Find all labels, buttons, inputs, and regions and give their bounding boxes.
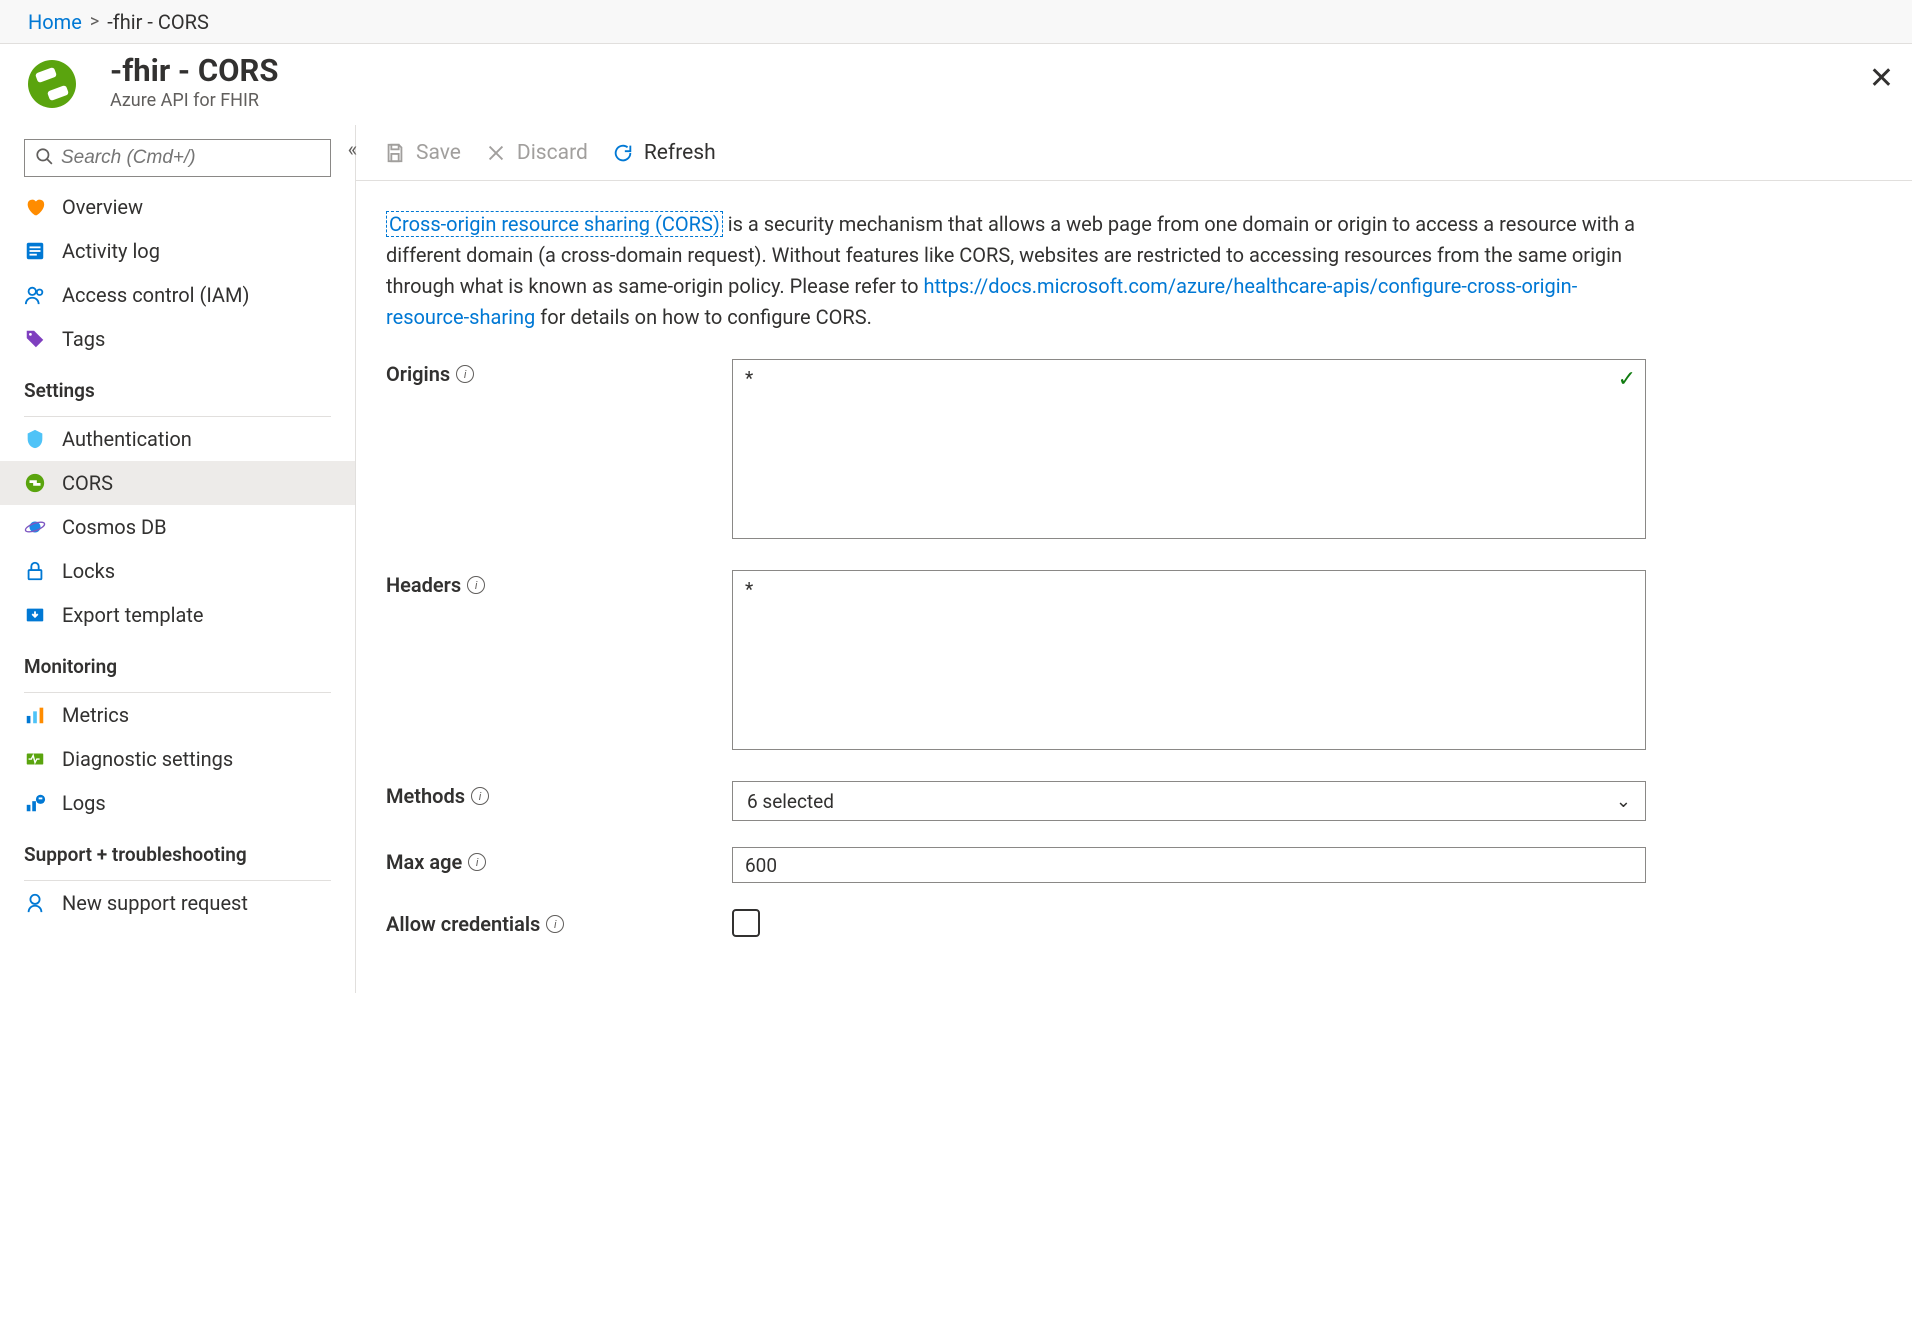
metrics-icon [24,704,46,726]
maxage-label: Max age [386,850,462,874]
main-content: Save Discard Refresh Cross-origin resour… [356,125,1912,993]
sidebar-item-label: New support request [62,891,248,915]
discard-icon [485,142,507,164]
tag-icon [24,328,46,350]
command-bar: Save Discard Refresh [356,125,1912,181]
cosmos-icon [24,516,46,538]
maxage-input[interactable] [732,847,1646,883]
collapse-sidebar-icon[interactable]: » [348,137,357,161]
methods-select-value: 6 selected [747,790,834,813]
page-header: -fhir - CORS Azure API for FHIR ✕ [0,44,1912,125]
breadcrumb-home[interactable]: Home [28,10,82,34]
auth-icon [24,428,46,450]
allowcred-checkbox[interactable] [732,909,760,937]
sidebar-group-settings: Settings [0,361,355,412]
logs-icon [24,792,46,814]
sidebar-item-new-support-request[interactable]: New support request [0,881,355,925]
sidebar-item-label: Export template [62,603,204,627]
cors-icon [24,472,46,494]
info-icon[interactable]: i [546,915,564,933]
sidebar-item-logs[interactable]: Logs [0,781,355,825]
fhir-logo-icon [28,60,76,108]
save-button-label: Save [416,141,461,165]
info-icon[interactable]: i [471,787,489,805]
export-icon [24,604,46,626]
search-input[interactable] [61,147,320,169]
sidebar-item-metrics[interactable]: Metrics [0,693,355,737]
sidebar-item-label: Access control (IAM) [62,283,249,307]
sidebar-item-label: Diagnostic settings [62,747,233,771]
sidebar-item-cors[interactable]: CORS [0,461,355,505]
headers-input[interactable] [732,570,1646,750]
info-icon[interactable]: i [467,576,485,594]
sidebar-item-label: Logs [62,791,106,815]
log-icon [24,240,46,262]
sidebar-item-tags[interactable]: Tags [0,317,355,361]
info-icon[interactable]: i [456,365,474,383]
discard-button-label: Discard [517,141,588,165]
info-icon[interactable]: i [468,853,486,871]
sidebar-item-label: Metrics [62,703,129,727]
sidebar-item-diagnostic-settings[interactable]: Diagnostic settings [0,737,355,781]
sidebar-item-label: Tags [62,327,105,351]
description-text: Cross-origin resource sharing (CORS) is … [386,209,1646,333]
sidebar-item-cosmos-db[interactable]: Cosmos DB [0,505,355,549]
sidebar-item-label: Authentication [62,427,192,451]
sidebar-group-monitoring: Monitoring [0,637,355,688]
sidebar-item-locks[interactable]: Locks [0,549,355,593]
breadcrumb-current: -fhir - CORS [107,10,209,34]
headers-label: Headers [386,573,461,597]
refresh-button-label: Refresh [644,141,716,165]
sidebar-item-export-template[interactable]: Export template [0,593,355,637]
checkmark-icon: ✓ [1618,367,1636,392]
origins-input[interactable] [732,359,1646,539]
allowcred-label: Allow credentials [386,912,540,936]
page-title: -fhir - CORS [110,54,278,88]
breadcrumb-separator: > [90,11,99,32]
sidebar-item-authentication[interactable]: Authentication [0,417,355,461]
search-icon [35,147,53,170]
refresh-icon [612,142,634,164]
sidebar-item-label: Overview [62,195,143,219]
sidebar-item-access-control[interactable]: Access control (IAM) [0,273,355,317]
close-icon[interactable]: ✕ [1869,64,1894,94]
sidebar-item-label: CORS [62,471,113,495]
cors-doc-link[interactable]: Cross-origin resource sharing (CORS) [386,211,723,237]
sidebar-group-support: Support + troubleshooting [0,825,355,876]
sidebar-item-overview[interactable]: Overview [0,185,355,229]
page-subtitle: Azure API for FHIR [110,90,278,111]
diagnostic-icon [24,748,46,770]
sidebar-item-activity-log[interactable]: Activity log [0,229,355,273]
sidebar-item-label: Activity log [62,239,160,263]
chevron-down-icon: ⌄ [1616,791,1631,812]
sidebar-item-label: Cosmos DB [62,515,167,539]
lock-icon [24,560,46,582]
people-icon [24,284,46,306]
refresh-button[interactable]: Refresh [612,141,716,165]
sidebar-item-label: Locks [62,559,115,583]
methods-select[interactable]: 6 selected ⌄ [732,781,1646,821]
origins-label: Origins [386,362,450,386]
sidebar: » Overview Activity log [0,125,356,993]
save-button[interactable]: Save [384,141,461,165]
methods-label: Methods [386,784,465,808]
support-icon [24,892,46,914]
save-icon [384,142,406,164]
heart-icon [24,196,46,218]
sidebar-search[interactable] [24,139,331,177]
discard-button[interactable]: Discard [485,141,588,165]
breadcrumb: Home > -fhir - CORS [0,0,1912,44]
